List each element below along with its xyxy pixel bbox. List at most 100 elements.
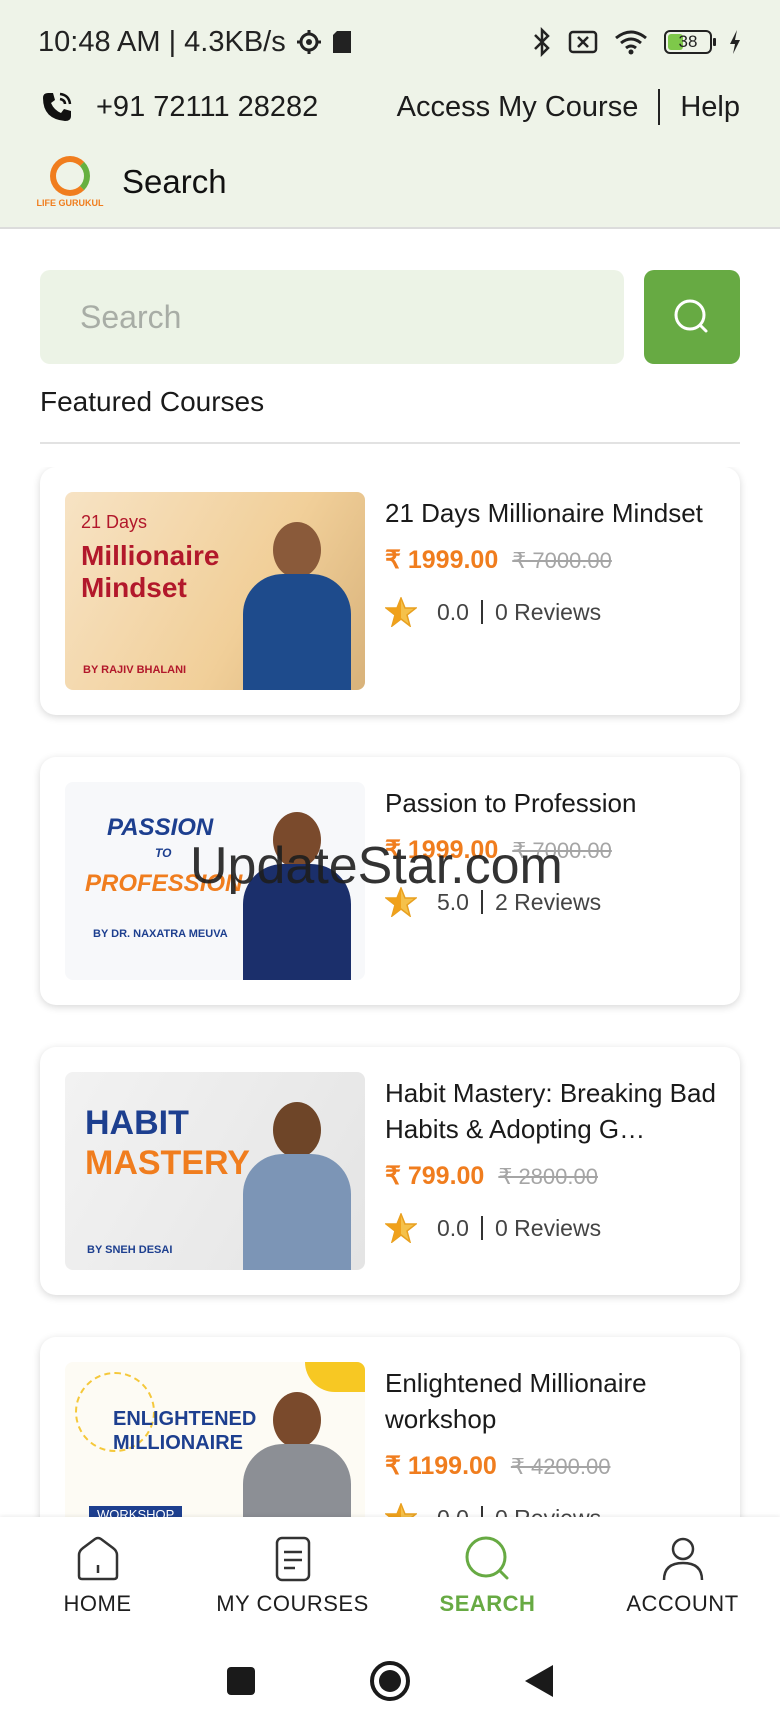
- person-icon: [662, 1537, 703, 1581]
- star-icon: [385, 887, 417, 917]
- instructor-image: [237, 802, 357, 980]
- thumb-text: PASSION: [107, 814, 214, 841]
- course-old-price: ₹ 7000.00: [512, 548, 612, 573]
- status-right: 38: [532, 27, 742, 57]
- instructor-suit: [243, 1444, 351, 1517]
- course-old-price: ₹ 2800.00: [498, 1164, 598, 1189]
- nav-label: MY COURSES: [216, 1591, 369, 1616]
- app-screen: 10:48 AM | 4.3KB/s 38 +91 72111 28282 Ac…: [0, 0, 780, 1733]
- document-icon: [275, 1536, 310, 1582]
- course-rating: 0.0 0 Reviews: [385, 1213, 722, 1243]
- recents-icon[interactable]: [225, 1665, 257, 1697]
- instructor-image: [237, 1382, 357, 1517]
- search-button[interactable]: [644, 270, 740, 364]
- thumb-text: ENLIGHTENED: [113, 1408, 257, 1430]
- thumb-author: BY SNEH DESAI: [87, 1244, 173, 1256]
- divider: [480, 1216, 483, 1240]
- review-count: 0 Reviews: [495, 1505, 601, 1518]
- search-input[interactable]: [80, 298, 624, 336]
- nav-my-courses[interactable]: MY COURSES: [195, 1517, 390, 1629]
- status-bar: 10:48 AM | 4.3KB/s 38: [38, 22, 742, 62]
- thumb-tag: WORKSHOP: [89, 1506, 183, 1517]
- rating-value: 5.0: [437, 888, 469, 915]
- instructor-suit: [243, 1154, 351, 1270]
- wifi-icon: [615, 30, 647, 55]
- thumb-text: Mindset: [81, 572, 187, 603]
- star-icon: [385, 1503, 417, 1517]
- course-price: ₹ 1999.00: [385, 546, 499, 574]
- help-link[interactable]: Help: [680, 91, 740, 124]
- divider: [480, 600, 483, 624]
- course-card[interactable]: 21 Days Millionaire Mindset BY RAJIV BHA…: [40, 467, 740, 715]
- bottom-nav: HOME MY COURSES SEARCH ACCOUNT: [0, 1517, 780, 1629]
- bluetooth-icon: [534, 27, 550, 57]
- instructor-image: [237, 1092, 357, 1270]
- review-count: 0 Reviews: [494, 1214, 602, 1241]
- instructor-suit: [243, 864, 351, 980]
- nav-account[interactable]: ACCOUNT: [585, 1517, 780, 1629]
- course-thumbnail: HABIT MASTERY BY SNEH DESAI: [65, 1072, 365, 1270]
- course-thumbnail: PASSION TO PROFESSION BY DR. NAXATRA MEU…: [65, 782, 365, 980]
- course-prices: ₹ 1199.00 ₹ 4200.00: [385, 1451, 722, 1481]
- instructor-head: [273, 812, 321, 868]
- status-time: 10:48 AM | 4.3KB/s: [38, 25, 286, 58]
- search-icon: [465, 1536, 508, 1580]
- course-rating: 5.0 2 Reviews: [385, 887, 722, 917]
- course-price: ₹ 1199.00: [385, 1452, 497, 1480]
- rating-value: 0.0: [437, 1505, 469, 1518]
- review-count: 2 Reviews: [494, 888, 602, 915]
- charging-icon: [730, 30, 740, 54]
- course-card[interactable]: PASSION TO PROFESSION BY DR. NAXATRA MEU…: [40, 757, 740, 1005]
- page-title: Search: [122, 163, 227, 200]
- access-course-link[interactable]: Access My Course: [397, 91, 639, 124]
- course-card[interactable]: ENLIGHTENED MILLIONAIRE WORKSHOP Enlight…: [40, 1337, 740, 1517]
- home-button-icon[interactable]: [369, 1660, 411, 1702]
- instructor-suit: [243, 574, 351, 690]
- logo-mark: [50, 156, 90, 196]
- rating-value: 0.0: [437, 598, 469, 625]
- course-info: Passion to Profession ₹ 1999.00 ₹ 7000.0…: [385, 785, 722, 917]
- phone-icon: [43, 92, 72, 121]
- instructor-image: [237, 512, 357, 690]
- status-left: 10:48 AM | 4.3KB/s: [38, 26, 352, 59]
- course-old-price: ₹ 7000.00: [512, 838, 612, 863]
- phone-number: +91 72111 28282: [96, 90, 319, 123]
- instructor-head: [273, 1392, 321, 1448]
- thumb-text: HABIT: [85, 1104, 189, 1142]
- course-thumbnail: 21 Days Millionaire Mindset BY RAJIV BHA…: [65, 492, 365, 690]
- course-rating: 0.0 0 Reviews: [385, 597, 722, 627]
- thumb-author: BY RAJIV BHALANI: [83, 664, 187, 676]
- course-prices: ₹ 1999.00 ₹ 7000.00: [385, 835, 722, 865]
- course-title: Enlightened Millionaire workshop: [385, 1368, 647, 1434]
- instructor-head: [273, 1102, 321, 1158]
- course-info: Enlightened Millionaire workshop ₹ 1199.…: [385, 1365, 722, 1517]
- course-old-price: ₹ 4200.00: [510, 1454, 611, 1479]
- divider: [40, 442, 740, 444]
- contact-row: +91 72111 28282 Access My Course Help: [40, 84, 740, 130]
- phone-link[interactable]: +91 72111 28282: [40, 90, 318, 124]
- course-card[interactable]: HABIT MASTERY BY SNEH DESAI Habit Master…: [40, 1047, 740, 1295]
- home-icon: [77, 1536, 118, 1581]
- rating-value: 0.0: [437, 1214, 469, 1241]
- review-count: 0 Reviews: [494, 598, 602, 625]
- course-info: 21 Days Millionaire Mindset ₹ 1999.00 ₹ …: [385, 495, 722, 627]
- nav-home[interactable]: HOME: [0, 1517, 195, 1629]
- sd-card-icon: [332, 31, 351, 53]
- course-title: Habit Mastery: Breaking Bad Habits & Ado…: [385, 1078, 716, 1144]
- instructor-head: [273, 522, 321, 578]
- header: 10:48 AM | 4.3KB/s 38 +91 72111 28282 Ac…: [0, 0, 780, 229]
- back-icon[interactable]: [523, 1663, 555, 1699]
- life-gurukul-logo[interactable]: LIFE GURUKUL: [37, 152, 104, 212]
- thumb-text: MILLIONAIRE: [113, 1432, 243, 1454]
- brand-row: LIFE GURUKUL Search: [37, 152, 227, 212]
- search-icon: [674, 299, 708, 333]
- thumb-text: Millionaire: [81, 540, 220, 571]
- course-prices: ₹ 799.00 ₹ 2800.00: [385, 1161, 722, 1191]
- nav-label: HOME: [63, 1591, 132, 1616]
- course-title: 21 Days Millionaire Mindset: [385, 498, 703, 528]
- search-field: [40, 270, 624, 364]
- battery-icon: 38: [664, 30, 716, 54]
- nav-search[interactable]: SEARCH: [390, 1517, 585, 1629]
- thumb-text: 21 Days: [81, 512, 148, 532]
- course-prices: ₹ 1999.00 ₹ 7000.00: [385, 545, 722, 575]
